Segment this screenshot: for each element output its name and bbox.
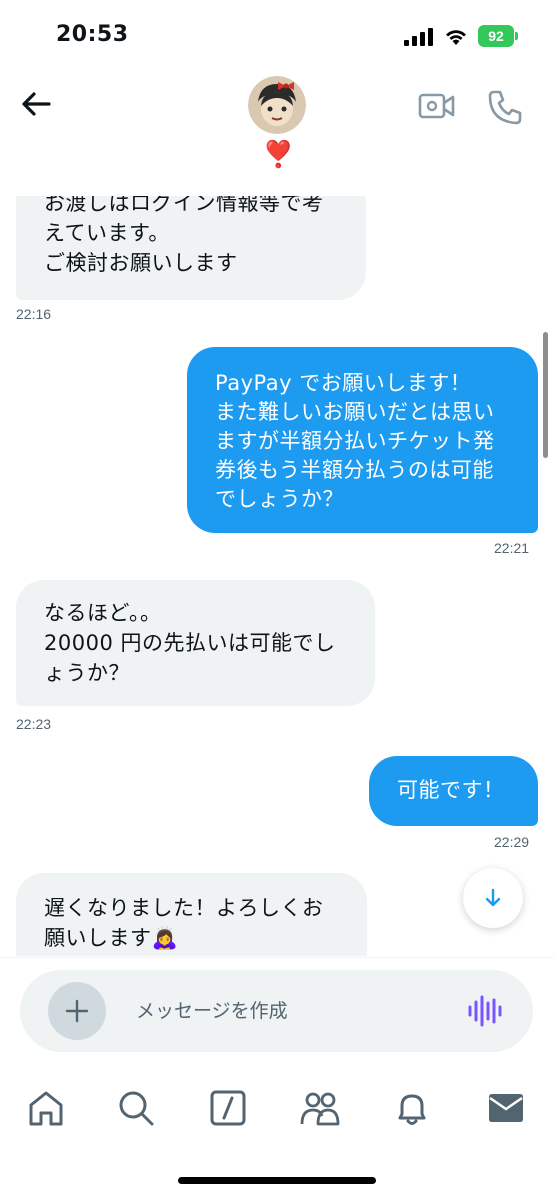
heart-badge: ❣️: [262, 140, 295, 170]
nav-messages[interactable]: [484, 1086, 528, 1130]
nav-home[interactable]: [24, 1086, 68, 1130]
nav-grok[interactable]: [206, 1086, 250, 1130]
message-composer: [20, 970, 533, 1052]
composer-divider: [0, 957, 554, 958]
voice-message-icon[interactable]: [466, 994, 502, 1028]
nav-search[interactable]: [114, 1086, 158, 1130]
arrow-down-icon: [485, 888, 501, 907]
battery-indicator: 92: [478, 25, 514, 47]
communities-icon: [300, 1092, 340, 1126]
phone-call-icon[interactable]: [486, 88, 524, 126]
message-input[interactable]: [136, 996, 456, 1026]
cellular-signal-icon: [404, 28, 433, 46]
message-timestamp: 22:16: [16, 306, 52, 322]
scrollbar[interactable]: [543, 332, 548, 458]
message-bubble-incoming[interactable]: 遅くなりました！よろしくお 願いします🙇‍♀️: [16, 873, 367, 956]
message-bubble-incoming[interactable]: お渡しはログイン情報等で考 えています。 ご検討お願いします: [16, 196, 366, 300]
search-icon: [119, 1091, 154, 1126]
grok-icon: [210, 1090, 246, 1126]
message-bubble-outgoing[interactable]: PayPay でお願いします！ また難しいお願いだとは思い ますが半額分払いチケ…: [187, 347, 538, 533]
message-timestamp: 22:29: [494, 834, 530, 850]
messages-icon: [489, 1094, 523, 1122]
wifi-icon: [446, 30, 466, 45]
add-icon: [65, 999, 89, 1023]
scroll-to-bottom-button[interactable]: [463, 868, 523, 928]
conversation-header: ❣️: [0, 70, 554, 196]
battery-tip: [515, 32, 518, 40]
home-icon: [29, 1091, 63, 1126]
status-time: 20:53: [56, 22, 129, 47]
nav-notifications[interactable]: [390, 1086, 434, 1130]
status-bar: 20:53 92: [0, 0, 554, 70]
message-bubble-outgoing[interactable]: 可能です！: [369, 756, 538, 826]
message-bubble-incoming[interactable]: なるほど。。 20000 円の先払いは可能でし ょうか？: [16, 580, 375, 706]
video-call-icon[interactable]: [418, 90, 456, 122]
message-list[interactable]: お渡しはログイン情報等で考 えています。 ご検討お願いします 22:16 Pay…: [0, 196, 554, 956]
home-indicator[interactable]: [178, 1177, 376, 1184]
battery-level: 92: [488, 28, 504, 44]
bottom-navigation: [0, 1080, 554, 1140]
back-arrow-icon[interactable]: [16, 84, 56, 124]
message-timestamp: 22:21: [494, 540, 530, 556]
avatar-icon[interactable]: [248, 76, 306, 134]
add-attachment-button[interactable]: [48, 982, 106, 1040]
message-timestamp: 22:23: [16, 716, 52, 732]
notifications-icon: [398, 1094, 426, 1125]
nav-communities[interactable]: [298, 1086, 342, 1130]
